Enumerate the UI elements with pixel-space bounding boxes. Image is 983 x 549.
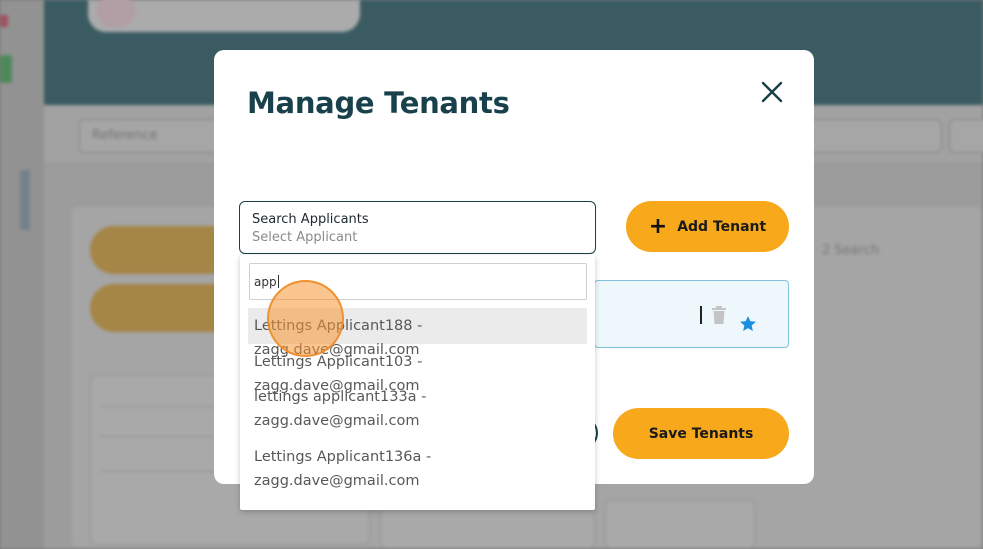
applicant-option-email: zagg.dave@gmail.com — [254, 413, 420, 429]
applicant-option-text: lettings applicant133a - — [254, 389, 427, 405]
applicant-option[interactable]: Lettings Applicant136a - zagg.dave@gmail… — [248, 445, 587, 499]
search-query: app — [254, 275, 279, 289]
applicant-option-text: Lettings Applicant136a - — [254, 449, 432, 465]
applicant-search-input[interactable]: app — [249, 263, 587, 300]
modal-title: Manage Tenants — [247, 86, 510, 120]
add-tenant-label: Add Tenant — [677, 218, 767, 235]
applicant-option-email: zagg.dave@gmail.com — [254, 473, 420, 489]
applicant-option[interactable]: Lettings Applicant103 - zagg.dave@gmail.… — [248, 344, 587, 394]
tenant-row — [594, 280, 789, 348]
close-icon — [761, 81, 783, 103]
text-cursor — [700, 306, 702, 324]
save-tenants-label: Save Tenants — [648, 425, 754, 442]
text-caret — [277, 275, 279, 288]
search-query-text: app — [254, 275, 277, 289]
save-tenants-button[interactable]: Save Tenants — [613, 408, 789, 459]
applicant-option[interactable]: Lettings Applicant188 - zagg.dave@gmail.… — [248, 308, 587, 358]
close-button[interactable] — [758, 78, 786, 106]
search-applicants-select[interactable]: Search Applicants Select Applicant — [239, 201, 596, 254]
star-icon[interactable] — [738, 314, 758, 334]
trash-icon[interactable] — [711, 306, 727, 324]
applicant-option[interactable]: lettings applicant133a - zagg.dave@gmail… — [248, 385, 587, 439]
applicant-dropdown: app Lettings Applicant188 - zagg.dave@gm… — [240, 255, 595, 510]
search-applicants-placeholder: Select Applicant — [252, 230, 358, 245]
search-applicants-label: Search Applicants — [252, 212, 369, 227]
add-tenant-button[interactable]: + Add Tenant — [626, 201, 789, 252]
plus-icon: + — [648, 213, 668, 239]
